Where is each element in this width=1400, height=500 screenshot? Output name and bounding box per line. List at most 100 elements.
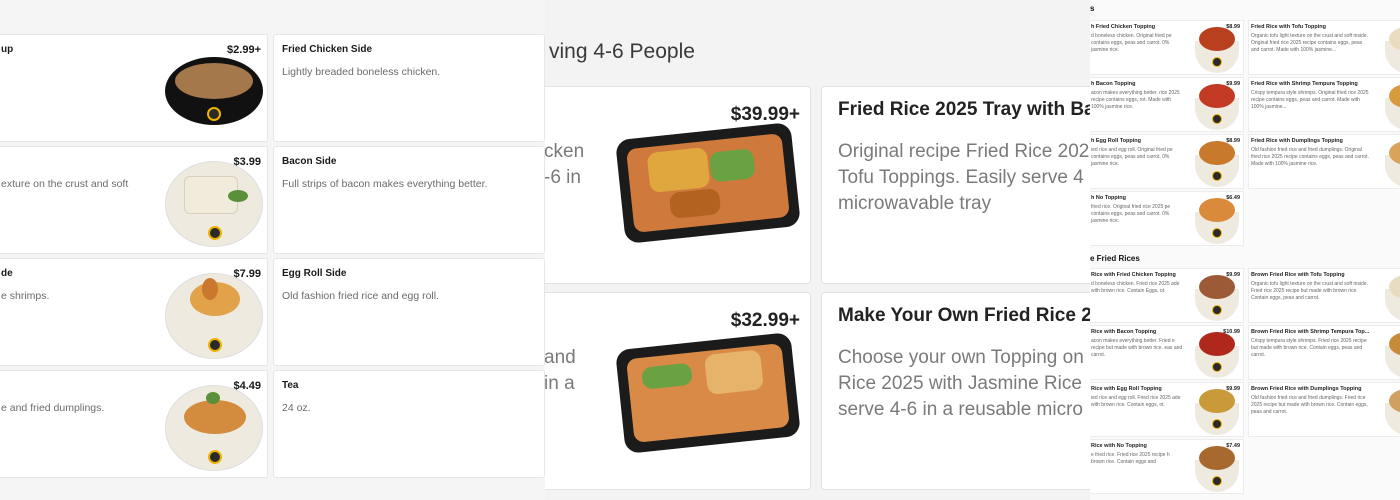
cut-description-line: and	[545, 347, 576, 368]
item-price: $8.99	[1226, 138, 1240, 144]
item-name: Fried Rice with Dumplings Topping	[1251, 138, 1343, 144]
menu-item-card[interactable]: e and fried dumplings. $4.49	[0, 370, 268, 478]
food-bowl-image	[1195, 446, 1239, 492]
menu-item-card[interactable]: Brown Fried Rice with Shrimp Tempura Top…	[1248, 325, 1400, 380]
food-bowl-image	[1385, 27, 1400, 73]
item-price: $39.99+	[730, 104, 800, 125]
section-title: e Fried Rices	[1090, 254, 1140, 263]
item-name: Make Your Own Fried Rice 2	[838, 305, 1090, 326]
food-bowl-image	[1195, 275, 1239, 321]
item-name: Brown Fried Rice with Tofu Topping	[1251, 272, 1345, 278]
item-description: Old fashion fried rice and fried dumplin…	[1251, 395, 1368, 415]
item-name: Brown Fried Rice with Shrimp Tempura Top…	[1251, 329, 1370, 335]
item-name: h No Topping	[1091, 195, 1127, 201]
item-description: ied rice and egg roll. Original fried pe…	[1091, 147, 1173, 167]
item-price: $9.99	[1226, 386, 1240, 392]
menu-item-card[interactable]: h No Topping fried rice. Original fried r…	[1090, 191, 1244, 246]
food-bowl-image	[1385, 275, 1400, 321]
food-bowl-image	[1195, 198, 1239, 244]
item-description: 24 oz.	[282, 402, 311, 414]
cut-description-line: in a	[545, 373, 575, 394]
item-description: Lightly breaded boneless chicken.	[282, 66, 441, 78]
item-name: de	[1, 268, 13, 279]
food-bowl-image	[1385, 389, 1400, 435]
item-price: $2.99+	[227, 44, 261, 56]
fried-rice-tray-image	[615, 122, 801, 244]
item-price: $6.49	[1226, 195, 1240, 201]
menu-item-card[interactable]: Rice with Bacon Topping acon makes everyt…	[1090, 325, 1244, 380]
menu-item-card[interactable]: Fried Chicken Side Lightly breaded bonel…	[273, 34, 545, 142]
item-name: Bacon Side	[282, 156, 337, 167]
tray-item-card[interactable]: cken -6 in $39.99+	[545, 86, 811, 284]
menu-item-card[interactable]: Rice with Fried Chicken Topping d boneles…	[1090, 268, 1244, 323]
item-description: acon makes everything better. Fried e re…	[1091, 338, 1183, 358]
item-price: $9.99	[1226, 272, 1240, 278]
item-price: $8.99	[1226, 24, 1240, 30]
item-description: Crispy tempura style shrimps. Original f…	[1251, 90, 1369, 110]
menu-item-card[interactable]: Bacon Side Full strips of bacon makes ev…	[273, 146, 545, 254]
item-description: Original recipe Fried Rice 202 Tofu Topp…	[838, 141, 1090, 214]
item-description: Crispy tempura style shrimps. Fried rice…	[1251, 338, 1367, 358]
menu-item-card[interactable]: Tea 24 oz.	[273, 370, 545, 478]
food-bowl-image	[1385, 84, 1400, 130]
menu-item-card[interactable]: de e shrimps. $7.99	[0, 258, 268, 366]
item-price: $9.99	[1226, 81, 1240, 87]
item-name: Fried Rice with Tofu Topping	[1251, 24, 1326, 30]
item-name: Fried Rice with Shrimp Tempura Topping	[1251, 81, 1358, 87]
food-bowl-image	[1195, 84, 1239, 130]
menu-item-card[interactable]: h Bacon Topping acon makes everything bet…	[1090, 77, 1244, 132]
item-description: Choose your own Topping on Rice 2025 wit…	[838, 347, 1084, 420]
item-description: e shrimps.	[1, 290, 50, 302]
item-name: Fried Chicken Side	[282, 44, 373, 55]
item-price: $3.99	[233, 156, 261, 168]
section-title: s	[1090, 4, 1095, 13]
item-description: Organic tofu light texture on the crust …	[1251, 281, 1369, 301]
item-description: e and fried dumplings.	[1, 402, 105, 414]
tray-item-card[interactable]: Make Your Own Fried Rice 2 Choose your o…	[821, 292, 1090, 490]
item-description: Old fashion fried rice and egg roll.	[282, 290, 440, 302]
item-name: up	[1, 44, 14, 55]
item-description: acon makes everything better. rice 2025 …	[1091, 90, 1180, 110]
fried-rice-tray-image	[615, 332, 801, 454]
item-name: Rice with Fried Chicken Topping	[1091, 272, 1176, 278]
item-name: Rice with Bacon Topping	[1091, 329, 1157, 335]
soup-bowl-image	[165, 57, 263, 125]
item-name: Rice with No Topping	[1091, 443, 1147, 449]
menu-item-card[interactable]: Rice with Egg Roll Topping ied rice and e…	[1090, 382, 1244, 437]
food-bowl-image	[1195, 389, 1239, 435]
item-description: d boneless chicken. Fried rice 2025 ade …	[1091, 281, 1180, 294]
menu-item-card[interactable]: h Fried Chicken Topping d boneless chicke…	[1090, 20, 1244, 75]
item-description: ied rice and egg roll. Fried rice 2025 a…	[1091, 395, 1181, 408]
food-bowl-image	[1385, 332, 1400, 378]
item-price: $10.99	[1223, 329, 1240, 335]
item-description: e fried rice. Fried rice 2025 recipe h b…	[1091, 452, 1170, 465]
cut-description-line: -6 in	[545, 167, 581, 188]
food-bowl-image	[1195, 332, 1239, 378]
menu-item-card[interactable]: Egg Roll Side Old fashion fried rice and…	[273, 258, 545, 366]
item-name: Brown Fried Rice with Dumplings Topping	[1251, 386, 1362, 392]
menu-item-card[interactable]: Fried Rice with Dumplings Topping Old fas…	[1248, 134, 1400, 189]
menu-item-card[interactable]: Brown Fried Rice with Tofu Topping Organi…	[1248, 268, 1400, 323]
menu-item-card[interactable]: h Egg Roll Topping ied rice and egg roll.…	[1090, 134, 1244, 189]
dumpling-bowl-image	[165, 385, 263, 471]
menu-item-card[interactable]: Fried Rice with Tofu Topping Organic tofu…	[1248, 20, 1400, 75]
item-name: Rice with Egg Roll Topping	[1091, 386, 1162, 392]
item-price: $4.49	[233, 380, 261, 392]
food-bowl-image	[1195, 27, 1239, 73]
menu-item-card[interactable]: Fried Rice with Shrimp Tempura Topping Cr…	[1248, 77, 1400, 132]
item-description: d boneless chicken. Original fried pe co…	[1091, 33, 1172, 53]
menu-item-card[interactable]: Rice with No Topping e fried rice. Fried …	[1090, 439, 1244, 494]
section-title: ving 4-6 People	[549, 40, 695, 63]
item-name: h Egg Roll Topping	[1091, 138, 1141, 144]
item-name: Tea	[282, 380, 299, 391]
fried-rice-menu-panel: s e Fried Rices h Fried Chicken Topping d…	[1090, 0, 1400, 500]
tray-item-card[interactable]: and in a $32.99+	[545, 292, 811, 490]
menu-item-card[interactable]: Brown Fried Rice with Dumplings Topping O…	[1248, 382, 1400, 437]
item-name: Fried Rice 2025 Tray with Ba	[838, 99, 1090, 120]
menu-item-card[interactable]: exture on the crust and soft $3.99	[0, 146, 268, 254]
item-price: $7.99	[233, 268, 261, 280]
item-price: $32.99+	[730, 310, 800, 331]
tray-item-card[interactable]: Fried Rice 2025 Tray with Ba Original re…	[821, 86, 1090, 284]
menu-item-card[interactable]: up $2.99+	[0, 34, 268, 142]
item-name: h Fried Chicken Topping	[1091, 24, 1156, 30]
